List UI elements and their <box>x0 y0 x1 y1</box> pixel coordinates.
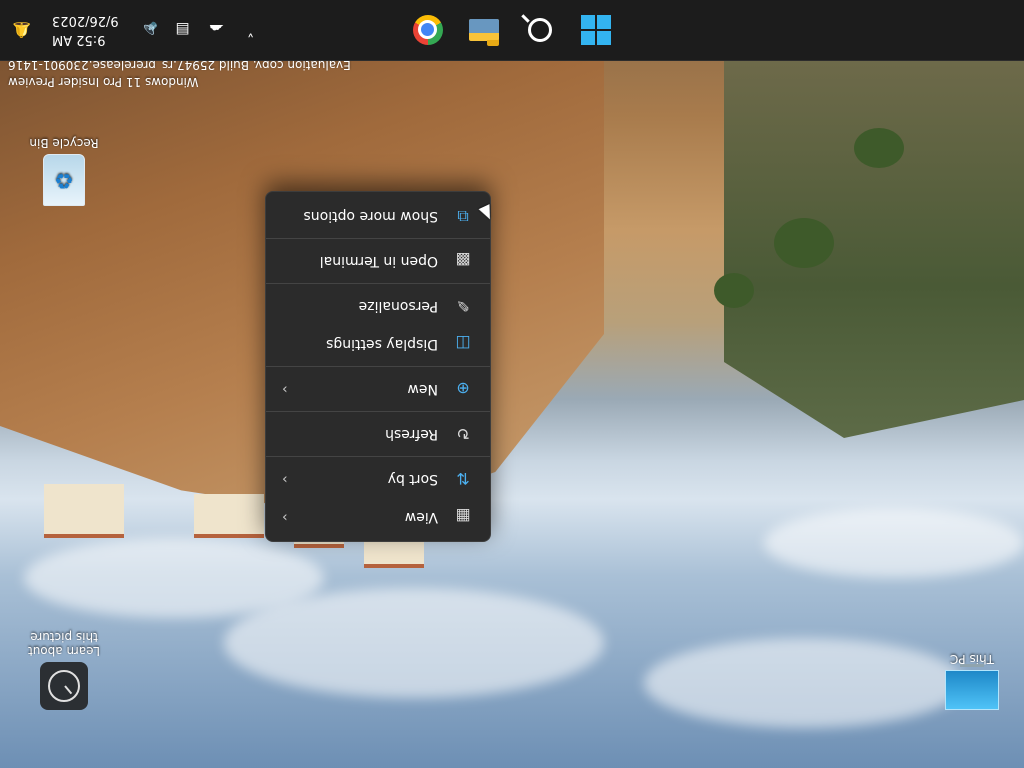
volume-muted-icon[interactable]: 🔈 <box>139 21 159 39</box>
file-explorer-button[interactable] <box>468 14 500 46</box>
notification-bell-icon[interactable]: 🔔 <box>12 21 32 39</box>
desktop-icon-recycle-bin[interactable]: ♻ Recycle Bin <box>24 136 104 206</box>
onedrive-cloud-icon[interactable]: ☁ <box>207 21 227 39</box>
show-more-options-icon: ⧉ <box>457 207 469 226</box>
menu-item-label: Show more options <box>303 208 438 224</box>
menu-item-label: View <box>404 509 438 525</box>
desktop-icon-label: Recycle Bin <box>29 136 99 150</box>
menu-item-display-settings[interactable]: ◫ Display settings <box>270 326 486 362</box>
network-ethernet-icon[interactable]: ▤ <box>173 21 193 39</box>
menu-item-label: Display settings <box>326 336 438 352</box>
view-grid-icon: ▦ <box>455 507 471 527</box>
desktop-icon-this-pc[interactable]: This PC <box>932 652 1012 710</box>
system-tray: ˅ ☁ ▤ 🔈 9:52 AM 9/26/2023 🔔 <box>12 0 261 60</box>
search-button[interactable] <box>524 14 556 46</box>
menu-item-show-more-options[interactable]: ⧉ Show more options <box>270 198 486 234</box>
watermark-edition: Windows 11 Pro Insider Preview <box>8 75 199 89</box>
recycle-bin-icon: ♻ <box>43 154 85 206</box>
chrome-icon <box>413 15 443 45</box>
chrome-button[interactable] <box>412 14 444 46</box>
windows-start-icon <box>581 15 611 45</box>
new-plus-icon: ⊕ <box>456 379 470 399</box>
show-hidden-icons-chevron-icon[interactable]: ˅ <box>241 21 261 39</box>
wallpaper-building <box>194 494 264 538</box>
menu-item-label: Open in Terminal <box>319 253 438 269</box>
wallpaper-valley <box>724 58 1024 438</box>
desktop-wallpaper <box>0 0 1024 768</box>
menu-separator <box>266 238 490 239</box>
windows-watermark: Windows 11 Pro Insider Preview Evaluatio… <box>8 56 351 90</box>
wallpaper-tree <box>854 128 904 168</box>
menu-item-label: Refresh <box>385 426 438 442</box>
screen: This PC Learn about this picture ♻ Recyc… <box>0 0 1024 768</box>
menu-item-new[interactable]: ⊕ New › <box>270 371 486 407</box>
menu-separator <box>266 456 490 457</box>
chevron-right-icon: › <box>282 381 288 397</box>
sort-arrows-icon: ⇅ <box>456 469 470 489</box>
terminal-icon: ▩ <box>455 251 471 271</box>
desktop-context-menu: ▦ View › ⇅ Sort by › ↻ Refresh ⊕ New › ◫… <box>265 191 491 542</box>
menu-separator <box>266 411 490 412</box>
wallpaper-cloud <box>24 538 324 618</box>
chevron-right-icon: › <box>282 509 288 525</box>
start-button[interactable] <box>580 14 612 46</box>
desktop-stage: This PC Learn about this picture ♻ Recyc… <box>0 0 1024 768</box>
menu-separator <box>266 366 490 367</box>
taskbar-clock[interactable]: 9:52 AM 9/26/2023 <box>52 11 119 49</box>
personalize-brush-icon: ✎ <box>456 296 470 316</box>
menu-item-label: Personalize <box>358 298 438 314</box>
desktop-icon-learn-about-picture[interactable]: Learn about this picture <box>24 630 104 710</box>
refresh-icon: ↻ <box>456 424 470 444</box>
file-explorer-icon <box>469 19 499 41</box>
chevron-right-icon: › <box>282 471 288 487</box>
menu-item-open-in-terminal[interactable]: ▩ Open in Terminal <box>270 243 486 279</box>
wallpaper-tree <box>714 273 754 308</box>
wallpaper-cloud <box>764 508 1024 578</box>
clock-date: 9/26/2023 <box>52 13 119 28</box>
wallpaper-tree <box>774 218 834 268</box>
menu-item-view[interactable]: ▦ View › <box>270 499 486 535</box>
clock-time: 9:52 AM <box>52 32 106 47</box>
menu-item-personalize[interactable]: ✎ Personalize <box>270 288 486 324</box>
search-icon <box>528 18 552 42</box>
menu-separator <box>266 283 490 284</box>
taskbar: ˅ ☁ ▤ 🔈 9:52 AM 9/26/2023 🔔 <box>0 0 1024 61</box>
menu-item-label: Sort by <box>387 471 438 487</box>
learn-about-picture-icon <box>40 662 88 710</box>
this-pc-icon <box>945 670 999 710</box>
wallpaper-building <box>44 484 124 538</box>
menu-item-refresh[interactable]: ↻ Refresh <box>270 416 486 452</box>
wallpaper-cloud <box>644 638 964 728</box>
desktop-icon-label: Learn about this picture <box>28 630 100 658</box>
menu-item-sort-by[interactable]: ⇅ Sort by › <box>270 461 486 497</box>
display-settings-icon: ◫ <box>455 334 471 354</box>
menu-item-label: New <box>407 381 438 397</box>
